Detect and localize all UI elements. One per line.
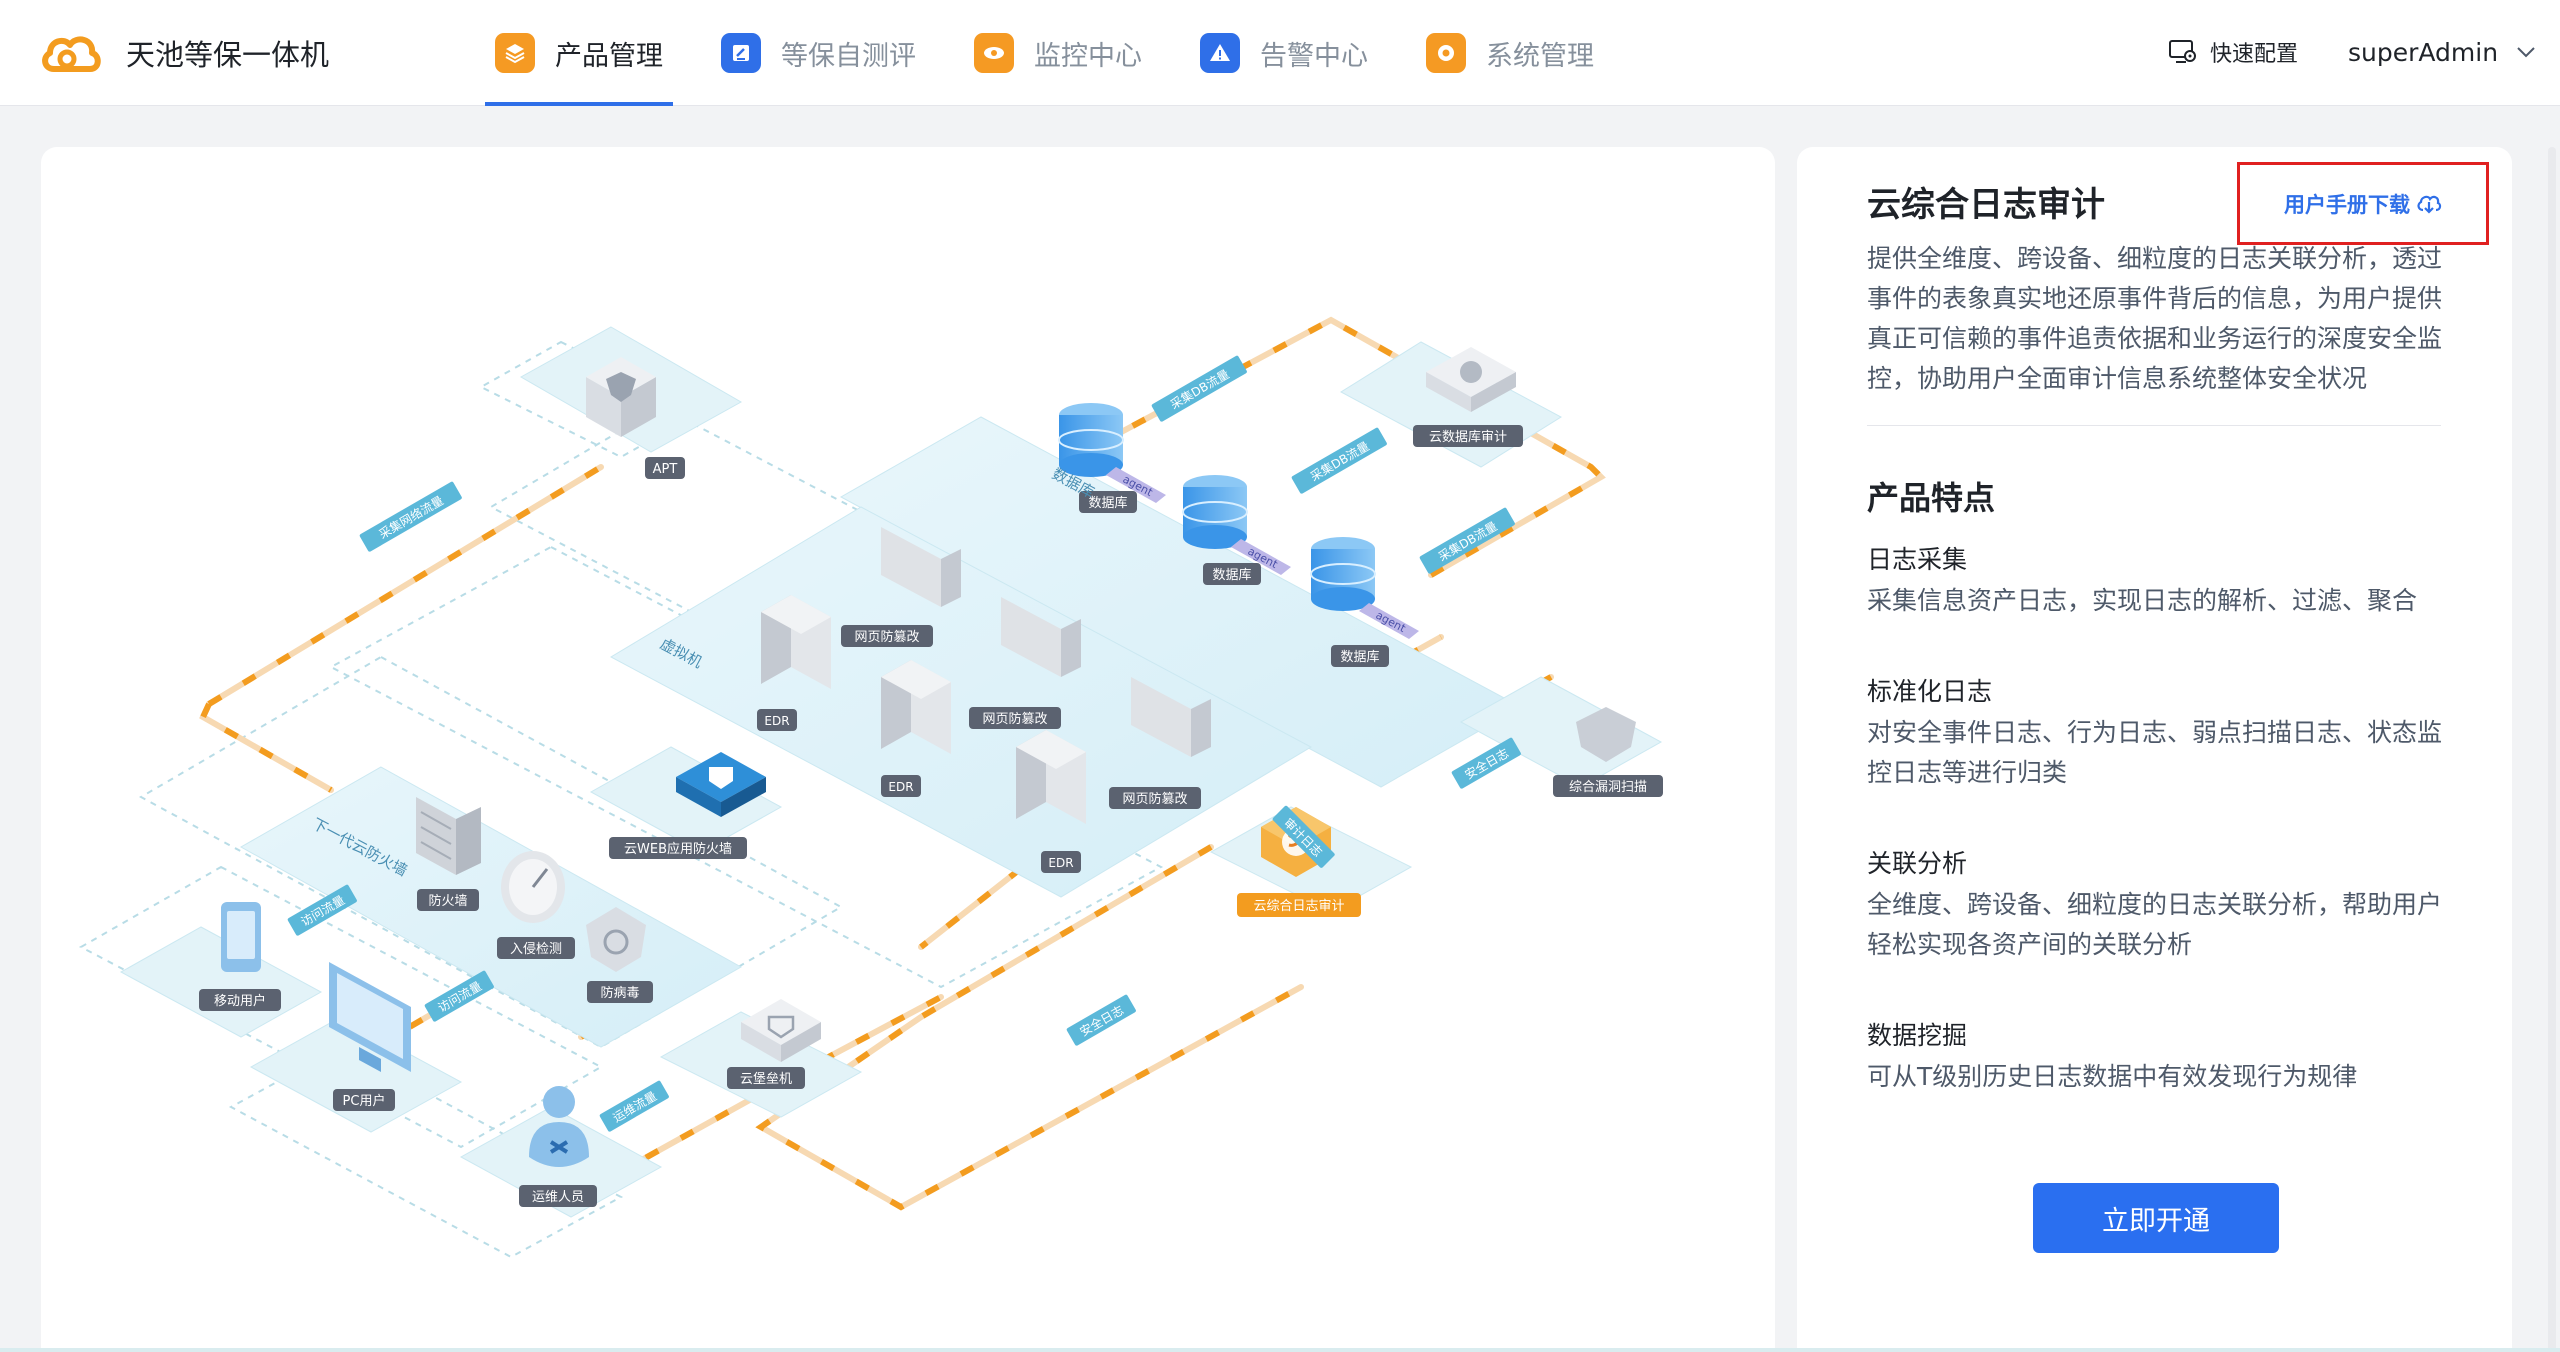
ids-label: 入侵检测 [510,941,562,957]
web-tamper-label: 网页防篡改 [982,711,1047,727]
db-label: 数据库 [1088,495,1127,511]
architecture-diagram-panel: APT agent 数据库 agent 数据库 agent 数据库 数据库 云数… [41,147,1775,1352]
warning-triangle-icon [1200,33,1240,73]
top-navigation-bar: 天池等保一体机 产品管理 等保自测评 监控中心 告警中心 系统管理 快速配置 s… [0,0,2560,106]
nav-label: 系统管理 [1486,40,1594,72]
flow-tag: 采集网络流量 [376,493,446,542]
db-label: 数据库 [1212,567,1251,583]
feature-name: 关联分析 [1867,849,1968,878]
monitor-settings-icon [2169,40,2196,63]
firewall-label: 防火墙 [428,893,467,909]
nav-alert-center[interactable]: 告警中心 [1190,0,1378,106]
product-info-panel: 云综合日志审计 用户手册下载 提供全维度、跨设备、细粒度的日志关联分析，透过事件… [1797,147,2512,1352]
activate-now-button[interactable]: 立即开通 [2033,1183,2279,1253]
product-description: 提供全维度、跨设备、细粒度的日志关联分析，透过事件的表象真实地还原事件背后的信息… [1867,244,2443,393]
vuln-scan-label: 综合漏洞扫描 [1569,779,1647,795]
feature-description: 对安全事件日志、行为日志、弱点扫描日志、状态监控日志等进行归类 [1867,718,2443,787]
user-menu-dropdown[interactable]: superAdmin [2348,32,2536,72]
page-scrollbar[interactable] [2548,147,2556,1352]
section-divider [1867,425,2441,426]
edit-form-icon [721,33,761,73]
flow-tag: 采集DB流量 [1307,438,1371,484]
feature-name: 日志采集 [1867,545,1968,574]
cloud-logo-icon [42,36,101,72]
product-title: 云综合日志审计 [1867,185,2105,225]
log-audit-label: 云综合日志审计 [1253,899,1344,914]
feature-description: 全维度、跨设备、细粒度的日志关联分析，帮助用户轻松实现各资产间的关联分析 [1867,890,2443,959]
app-title: 天池等保一体机 [126,38,330,72]
platforms [119,326,1663,1218]
feature-description: 采集信息资产日志，实现日志的解析、过滤、聚合 [1867,586,2418,615]
nav-label: 告警中心 [1260,40,1368,72]
web-tamper-label: 网页防篡改 [854,629,919,645]
manual-download-label: 用户手册下载 [2284,192,2410,217]
pc-user-label: PC用户 [343,1093,386,1109]
nav-label: 等保自测评 [781,40,916,72]
cloud-download-icon [2417,195,2442,214]
feature-item: 标准化日志 对安全事件日志、行为日志、弱点扫描日志、状态监控日志等进行归类 [1867,673,2447,793]
eye-monitor-icon [974,33,1014,73]
feature-name: 数据挖掘 [1867,1021,1968,1050]
quick-config-label: 快速配置 [2210,42,2299,67]
flow-tag: 采集DB流量 [1167,366,1231,412]
db-label: 数据库 [1340,649,1379,665]
feature-item: 关联分析 全维度、跨设备、细粒度的日志关联分析，帮助用户轻松实现各资产间的关联分… [1867,845,2447,965]
ops-staff-node[interactable]: 运维人员 [519,1086,597,1207]
nav-product-management[interactable]: 产品管理 [485,0,673,106]
apt-label: APT [653,462,678,477]
nav-label: 产品管理 [555,40,663,72]
edr-label: EDR [1048,856,1073,870]
cloud-db-audit-label: 云数据库审计 [1429,429,1507,445]
username: superAdmin [2348,37,2499,67]
web-tamper-label: 网页防篡改 [1122,791,1187,807]
app-logo[interactable]: 天池等保一体机 [40,26,329,80]
architecture-diagram: APT agent 数据库 agent 数据库 agent 数据库 数据库 云数… [78,316,1663,1259]
bastion-label: 云堡垒机 [740,1071,792,1087]
antivirus-label: 防病毒 [600,985,639,1001]
mobile-user-label: 移动用户 [214,993,266,1009]
nav-system-management[interactable]: 系统管理 [1416,0,1604,106]
layers-icon [495,33,535,73]
ops-staff-label: 运维人员 [532,1190,584,1205]
bottom-edge [0,1348,2560,1352]
feature-description: 可从T级别历史日志数据中有效发现行为规律 [1867,1062,2358,1091]
feature-name: 标准化日志 [1867,677,1993,706]
settings-gear-icon [1426,33,1466,73]
quick-config-button[interactable]: 快速配置 [2168,34,2298,70]
feature-item: 日志采集 采集信息资产日志，实现日志的解析、过滤、聚合 [1867,541,2447,621]
manual-download-link[interactable]: 用户手册下载 [2284,189,2442,219]
edr-label: EDR [764,714,789,728]
manual-download-highlight[interactable]: 用户手册下载 [2237,162,2489,245]
chevron-down-icon [2517,47,2535,58]
edr-label: EDR [888,780,913,794]
nav-monitoring-center[interactable]: 监控中心 [964,0,1152,106]
feature-item: 数据挖掘 可从T级别历史日志数据中有效发现行为规律 [1867,1017,2447,1097]
features-title: 产品特点 [1867,479,1996,517]
main-nav: 产品管理 等保自测评 监控中心 告警中心 系统管理 [485,0,1642,106]
nav-label: 监控中心 [1034,40,1142,72]
nav-self-assessment[interactable]: 等保自测评 [711,0,926,106]
waf-label: 云WEB应用防火墙 [624,841,732,857]
